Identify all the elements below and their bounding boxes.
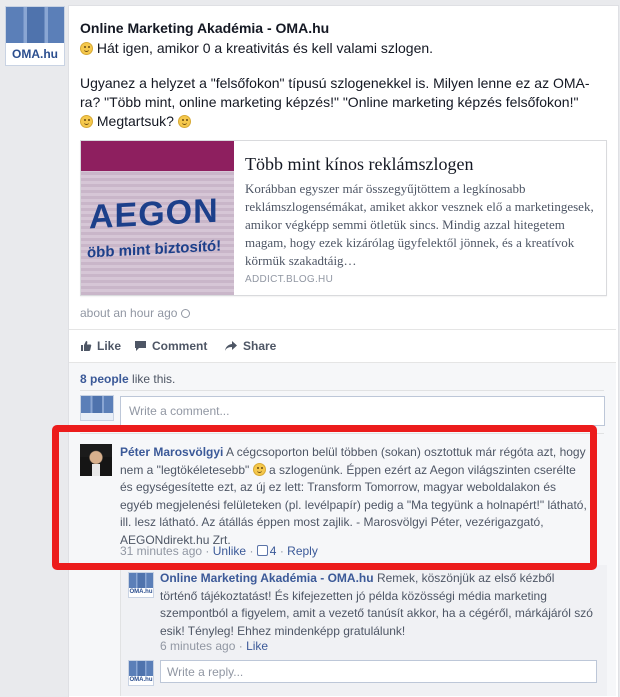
reply-meta: 6 minutes ago · Like: [160, 639, 268, 653]
reply-time[interactable]: 6 minutes ago: [160, 639, 235, 653]
likes-summary: 8 people like this.: [80, 372, 175, 386]
smiley-icon: [177, 115, 191, 128]
avatar-logo: OMA.hu: [6, 42, 64, 65]
comment-input-placeholder: Write a comment...: [129, 404, 230, 418]
commenter-avatar: [80, 395, 114, 421]
share-icon: [225, 341, 237, 351]
share-button[interactable]: Share: [224, 339, 276, 353]
comment-label: Comment: [152, 339, 208, 353]
link-preview[interactable]: AEGON öbb mint biztosító! Több mint kíno…: [80, 140, 607, 296]
reply-text: Online Marketing Akadémia - OMA.hu Remek…: [160, 570, 594, 640]
thumbnail-stripe: [81, 141, 234, 171]
reply-input-avatar: OMA.hu: [128, 660, 154, 686]
avatar-logo: OMA.hu: [129, 675, 153, 685]
share-label: Share: [243, 339, 277, 353]
post-timestamp[interactable]: about an hour ago: [80, 306, 191, 320]
comment-icon: [135, 341, 146, 351]
avatar-photo: [129, 573, 153, 588]
meta-separator: ·: [238, 639, 243, 653]
reply-like-link[interactable]: Like: [246, 639, 268, 653]
avatar-photo: [129, 661, 153, 676]
avatar-logo: OMA.hu: [129, 587, 153, 597]
link-title[interactable]: Több mint kínos reklámszlogen: [245, 154, 473, 175]
comment-button[interactable]: Comment: [134, 339, 207, 353]
page-avatar[interactable]: OMA.hu: [5, 6, 65, 66]
post-line-2: Ugyanez a helyzet a "felsőfokon" típusú …: [80, 75, 590, 110]
thumbnail-tagline: öbb mint biztosító!: [87, 237, 222, 262]
avatar-photo: [6, 7, 64, 43]
reply-author-name[interactable]: Online Marketing Akadémia - OMA.hu: [160, 571, 374, 585]
reply-input-placeholder: Write a reply...: [167, 665, 244, 679]
link-domain: ADDICT.BLOG.HU: [245, 274, 334, 285]
globe-icon: [181, 309, 191, 318]
divider: [80, 390, 604, 391]
smiley-icon: [80, 115, 93, 128]
comment-input[interactable]: Write a comment...: [120, 396, 605, 426]
smiley-icon: [80, 42, 93, 55]
link-description: Korábban egyszer már összegyűjtöttem a l…: [245, 181, 594, 268]
thumbs-up-icon: [81, 341, 92, 351]
thumbnail-brand: AEGON: [89, 191, 219, 237]
timestamp-text: about an hour ago: [80, 306, 178, 320]
post-line-1: Hát igen, amikor 0 a kreativitás és kell…: [96, 40, 434, 56]
likes-suffix: like this.: [132, 372, 176, 386]
like-button[interactable]: Like: [80, 339, 121, 353]
like-label: Like: [97, 339, 122, 353]
reply-input[interactable]: Write a reply...: [160, 660, 597, 683]
divider: [69, 362, 616, 363]
link-thumbnail: AEGON öbb mint biztosító!: [81, 141, 234, 295]
likes-count-link[interactable]: 8 people: [80, 372, 129, 386]
post-line-2-end: Megtartsuk?: [96, 113, 174, 129]
reply-author-avatar[interactable]: OMA.hu: [128, 572, 154, 598]
divider: [69, 329, 616, 330]
avatar-photo: [81, 396, 113, 413]
post-author-name[interactable]: Online Marketing Akadémia - OMA.hu: [80, 20, 329, 36]
post-message: Hát igen, amikor 0 a kreativitás és kell…: [80, 39, 590, 147]
highlight-annotation: [52, 425, 597, 570]
